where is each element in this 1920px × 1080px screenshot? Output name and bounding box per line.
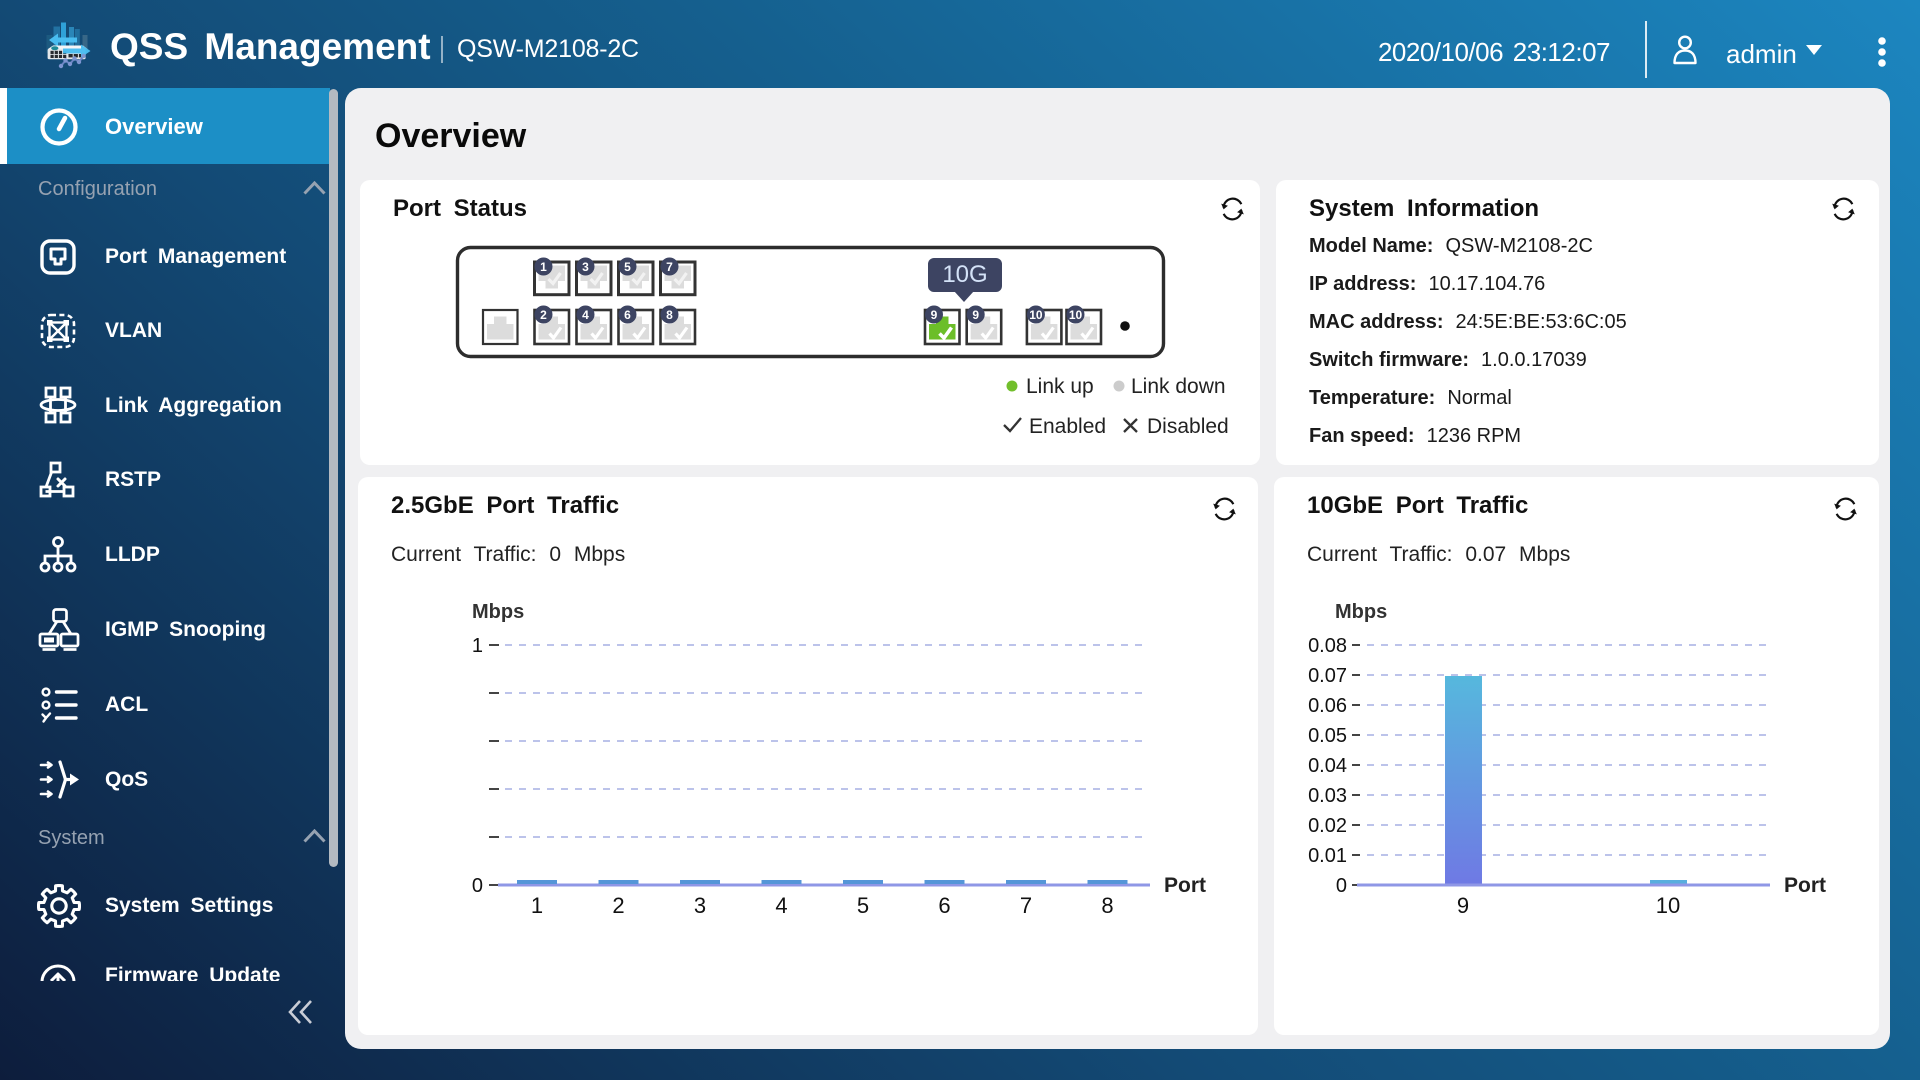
svg-text:9: 9 — [931, 308, 938, 322]
svg-text:4: 4 — [582, 308, 589, 322]
svg-text:10G: 10G — [942, 261, 987, 288]
svg-text:0.02: 0.02 — [1308, 815, 1347, 837]
svg-text:2: 2 — [612, 893, 624, 918]
svg-text:5: 5 — [857, 893, 869, 918]
svg-text:3: 3 — [582, 260, 589, 274]
svg-text:10: 10 — [1069, 308, 1083, 322]
svg-text:8: 8 — [1101, 893, 1113, 918]
svg-text:0.03: 0.03 — [1308, 785, 1347, 807]
svg-text:9: 9 — [972, 308, 979, 322]
svg-text:8: 8 — [666, 308, 673, 322]
svg-text:7: 7 — [666, 260, 673, 274]
svg-text:1: 1 — [540, 260, 547, 274]
svg-text:0.05: 0.05 — [1308, 725, 1347, 747]
svg-text:0: 0 — [1336, 875, 1347, 897]
svg-text:1: 1 — [531, 893, 543, 918]
svg-text:6: 6 — [624, 308, 631, 322]
svg-text:Mbps: Mbps — [1335, 601, 1387, 623]
svg-text:7: 7 — [1020, 893, 1032, 918]
svg-text:0.06: 0.06 — [1308, 695, 1347, 717]
svg-text:4: 4 — [775, 893, 787, 918]
svg-text:1: 1 — [472, 635, 483, 657]
svg-text:Mbps: Mbps — [472, 601, 524, 623]
svg-text:0.04: 0.04 — [1308, 755, 1347, 777]
svg-text:10: 10 — [1656, 893, 1680, 918]
svg-text:3: 3 — [694, 893, 706, 918]
svg-text:5: 5 — [624, 260, 631, 274]
svg-text:Port: Port — [1784, 874, 1826, 897]
svg-text:2: 2 — [540, 308, 547, 322]
svg-text:0: 0 — [472, 875, 483, 897]
svg-text:6: 6 — [938, 893, 950, 918]
svg-text:0.07: 0.07 — [1308, 665, 1347, 687]
svg-text:10: 10 — [1029, 308, 1043, 322]
svg-text:9: 9 — [1457, 893, 1469, 918]
svg-text:Port: Port — [1164, 874, 1206, 897]
svg-text:0.08: 0.08 — [1308, 635, 1347, 657]
svg-text:0.01: 0.01 — [1308, 845, 1347, 867]
